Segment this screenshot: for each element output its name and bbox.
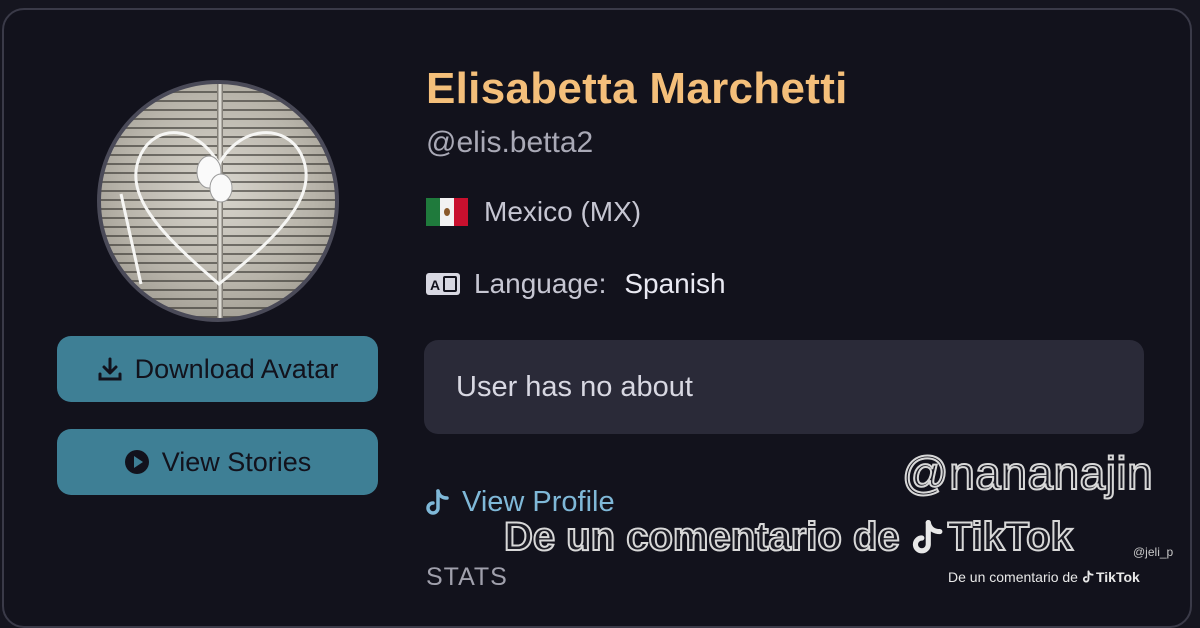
watermark-small-handle: @jeli_p bbox=[1133, 545, 1174, 559]
language-row: A Language: Spanish bbox=[426, 268, 726, 300]
country-row: Mexico (MX) bbox=[426, 196, 641, 228]
tiktok-icon bbox=[426, 488, 449, 515]
view-stories-button[interactable]: View Stories bbox=[57, 429, 378, 495]
language-value: Spanish bbox=[624, 268, 726, 299]
earphone-heart-image bbox=[119, 131, 308, 286]
about-panel: User has no about bbox=[424, 340, 1144, 434]
download-avatar-label: Download Avatar bbox=[134, 353, 339, 384]
watermark-brand: TikTok bbox=[910, 514, 1074, 560]
language-icon: A bbox=[426, 273, 460, 295]
avatar bbox=[97, 80, 339, 322]
profile-name: Elisabetta Marchetti bbox=[426, 64, 848, 113]
watermark-small-text: De un comentario de bbox=[948, 569, 1078, 585]
watermark-handle: @nananajin bbox=[901, 446, 1154, 500]
about-text: User has no about bbox=[456, 370, 693, 403]
play-circle-icon bbox=[124, 450, 149, 474]
tiktok-icon bbox=[1082, 570, 1094, 583]
watermark-small-brand-text: TikTok bbox=[1095, 569, 1140, 585]
profile-handle: @elis.betta2 bbox=[426, 126, 594, 159]
watermark-line: De un comentario de TikTok bbox=[503, 514, 1074, 560]
watermark-small-line: De un comentario de TikTok bbox=[948, 569, 1140, 585]
tiktok-icon bbox=[912, 519, 943, 553]
view-stories-label: View Stories bbox=[161, 446, 312, 477]
language-label: Language: bbox=[474, 268, 607, 299]
watermark-line-text: De un comentario de bbox=[503, 514, 901, 560]
mexico-flag-icon bbox=[426, 198, 468, 226]
stats-heading: STATS bbox=[426, 563, 508, 591]
watermark-small-brand: TikTok bbox=[1082, 569, 1140, 585]
download-avatar-button[interactable]: Download Avatar bbox=[57, 336, 378, 402]
svg-text:A: A bbox=[430, 277, 440, 293]
watermark-brand-text: TikTok bbox=[947, 514, 1074, 560]
download-icon bbox=[98, 357, 122, 381]
country-text: Mexico (MX) bbox=[484, 196, 642, 227]
